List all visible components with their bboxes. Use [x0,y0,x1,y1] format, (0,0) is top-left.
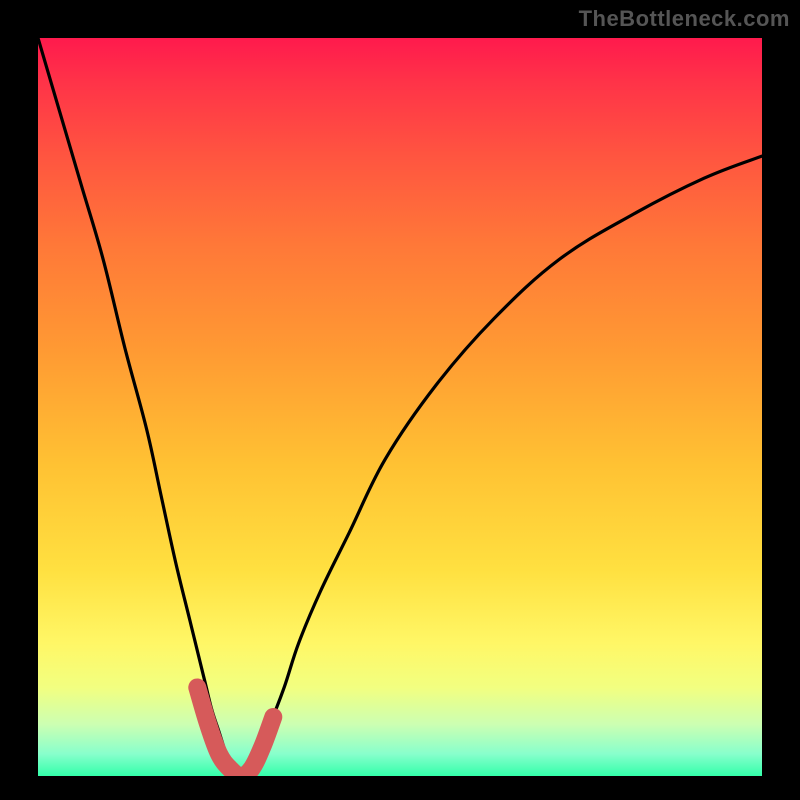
optimal-range-highlight [197,687,273,776]
bottleneck-curve [38,38,762,776]
chart-frame: TheBottleneck.com [0,0,800,800]
chart-svg [38,38,762,776]
attribution-watermark: TheBottleneck.com [579,6,790,32]
plot-area [38,38,762,776]
